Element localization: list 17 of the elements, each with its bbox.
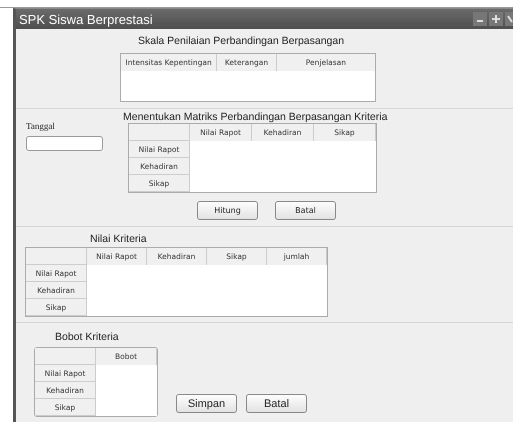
- date-field[interactable]: [26, 136, 103, 151]
- window-title: SPK Siswa Berprestasi: [18, 12, 153, 26]
- save-button[interactable]: Simpan: [176, 394, 237, 413]
- close-icon[interactable]: [505, 12, 513, 26]
- table-corner: [35, 348, 96, 365]
- section-title: Nilai Kriteria: [90, 233, 148, 245]
- maximize-icon[interactable]: [489, 12, 503, 26]
- minimize-icon[interactable]: [473, 12, 487, 26]
- table-corner: [26, 248, 87, 265]
- cancel-button[interactable]: Batal: [246, 394, 307, 413]
- cancel-button[interactable]: Batal: [275, 201, 336, 220]
- section-title: Skala Penilaian Perbandingan Berpasangan: [138, 35, 344, 47]
- section-title: Bobot Kriteria: [55, 331, 120, 343]
- table-corner: [129, 124, 190, 141]
- date-label: Tanggal: [26, 121, 56, 131]
- section-title: Menentukan Matriks Perbandingan Berpasangan Kriteria: [123, 111, 388, 123]
- calculate-button[interactable]: Hitung: [197, 201, 258, 220]
